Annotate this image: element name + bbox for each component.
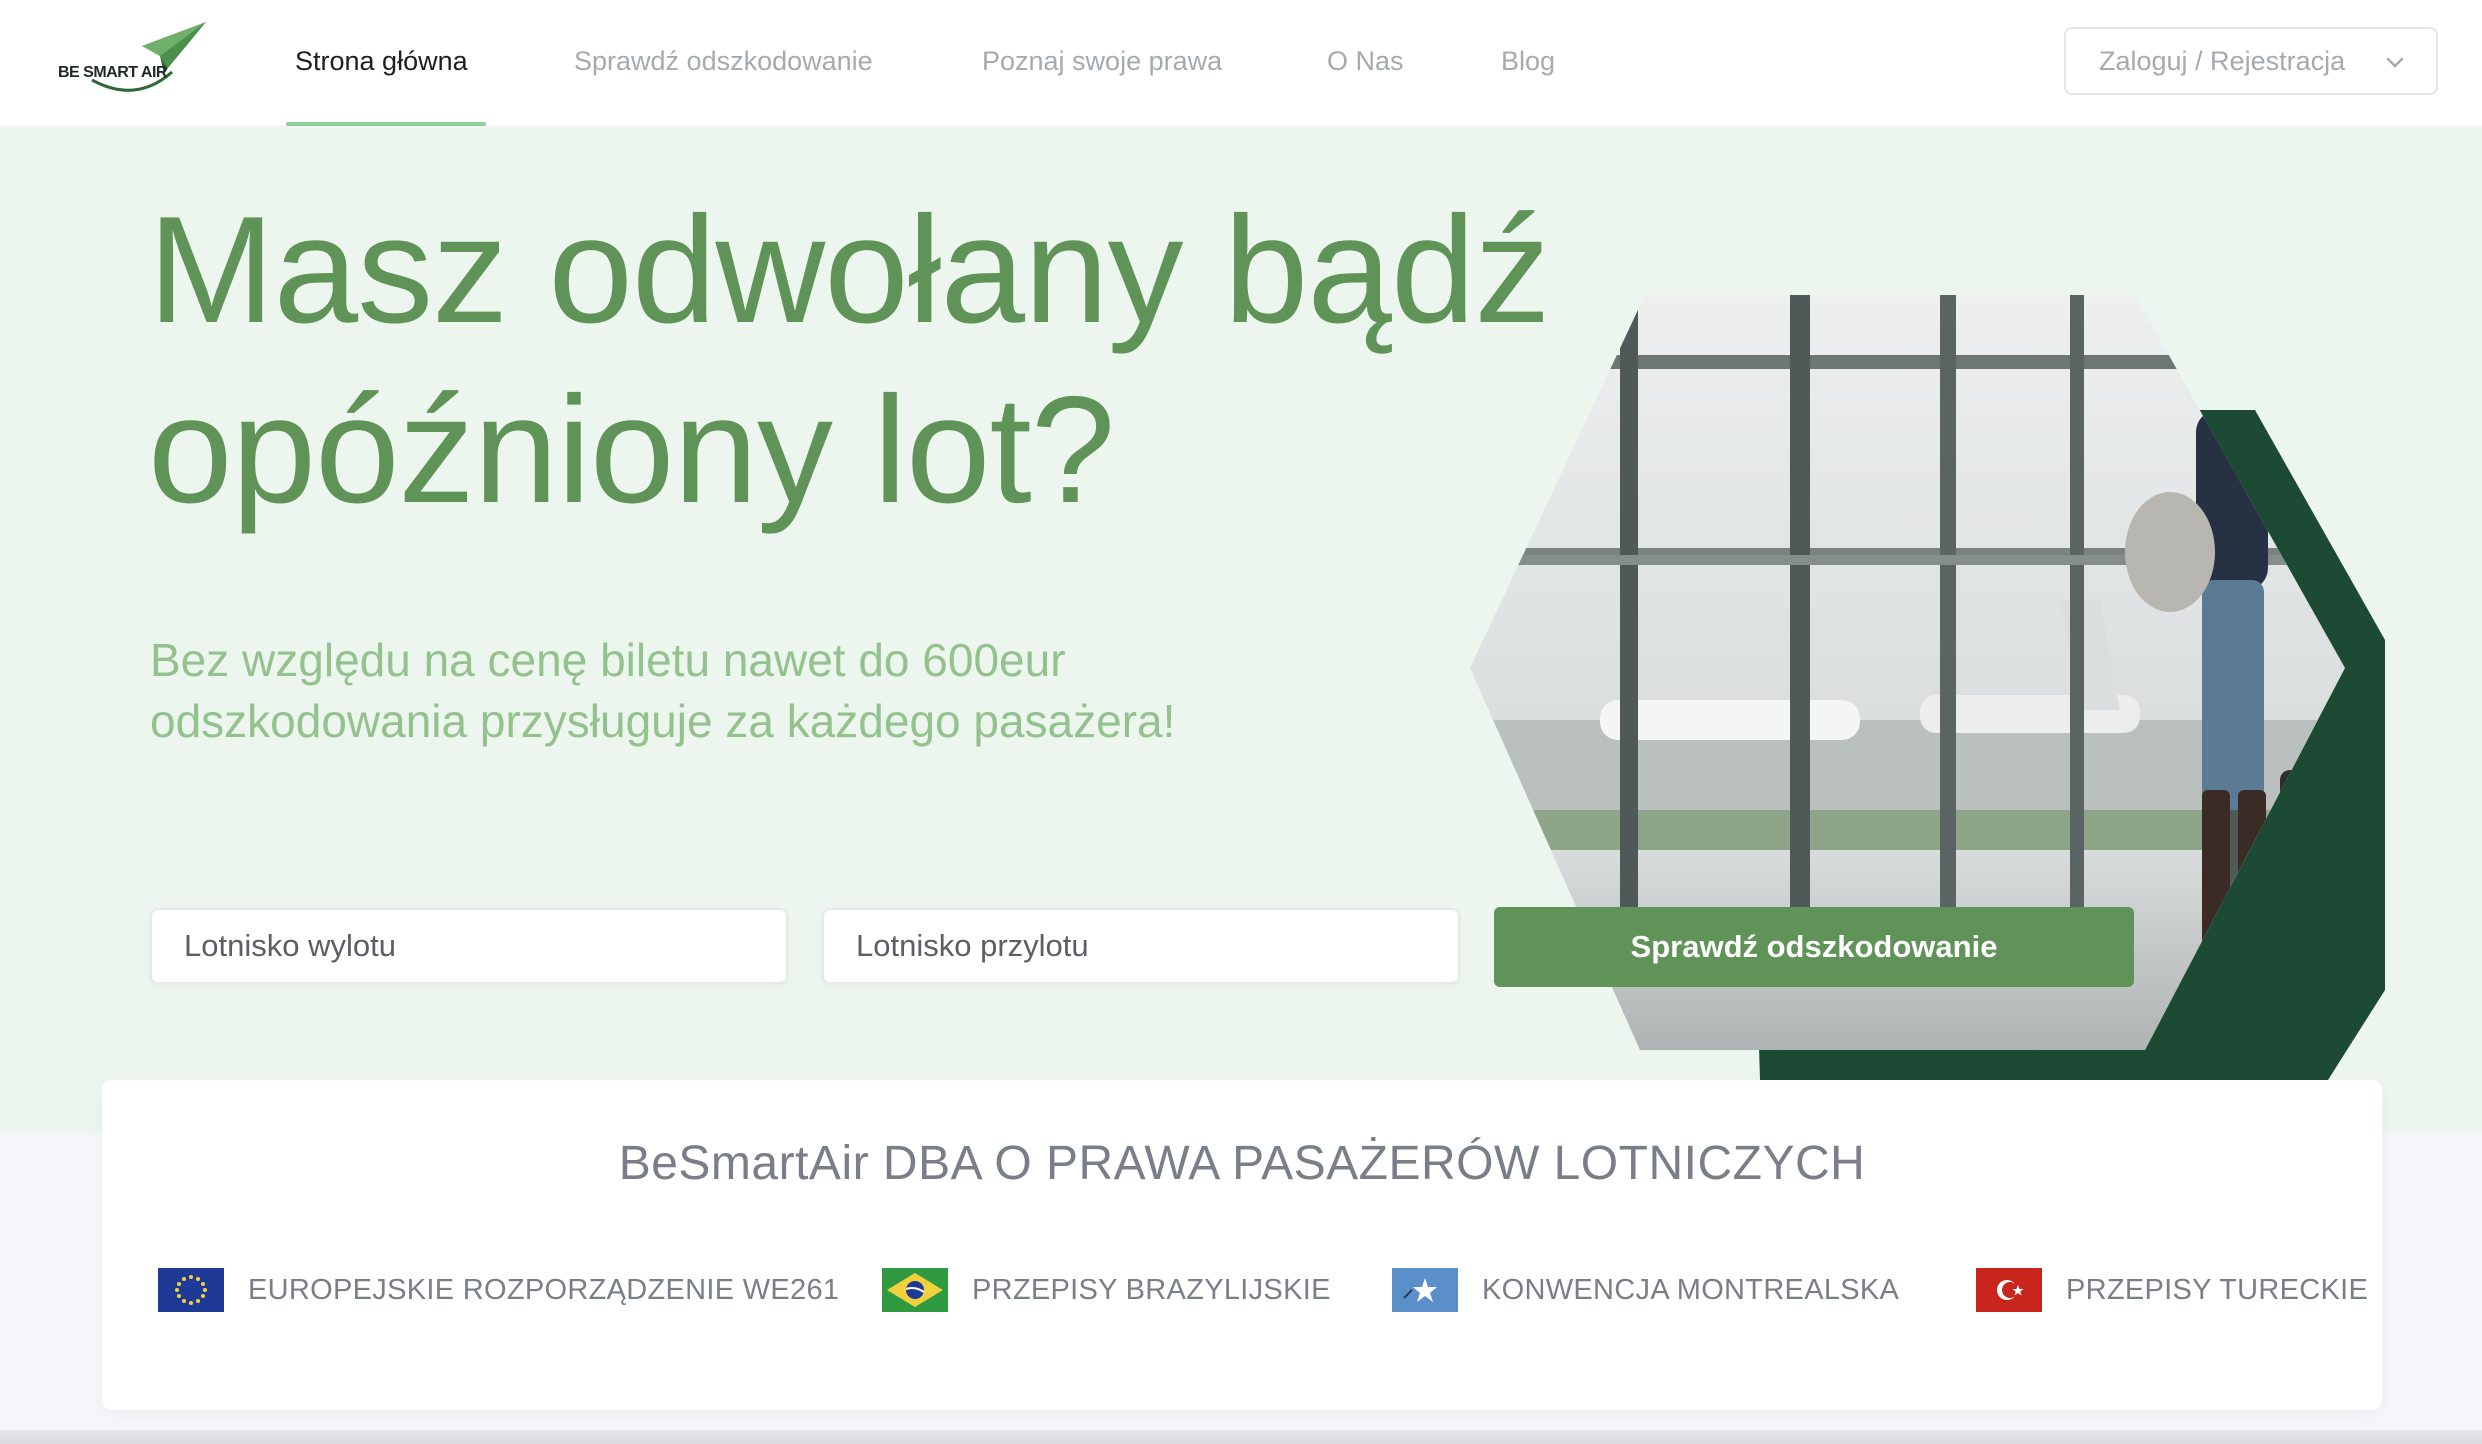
arrival-airport-input[interactable] [822, 908, 1460, 984]
law-label: PRZEPISY BRAZYLIJSKIE [972, 1273, 1331, 1306]
passenger-rights-card: BeSmartAir DBA O PRAWA PASAŻERÓW LOTNICZ… [102, 1080, 2382, 1410]
law-eu-we261[interactable]: EUROPEJSKIE ROZPORZĄDZENIE WE261 [158, 1268, 839, 1312]
law-label: KONWENCJA MONTREALSKA [1482, 1273, 1900, 1306]
check-compensation-button[interactable]: Sprawdź odszkodowanie [1494, 907, 2134, 987]
window-bottom-edge [0, 1430, 2482, 1444]
nav-about-us[interactable]: O Nas [1327, 46, 1404, 80]
departure-airport-input[interactable] [150, 908, 788, 984]
brazil-flag-icon [882, 1268, 948, 1312]
eu-flag-icon [158, 1268, 224, 1312]
law-label: EUROPEJSKIE ROZPORZĄDZENIE WE261 [248, 1273, 840, 1306]
law-label: PRZEPISY TURECKIE [2066, 1273, 2369, 1306]
card-title: BeSmartAir DBA O PRAWA PASAŻERÓW LOTNICZ… [618, 1137, 1866, 1190]
hero-title-line1: Masz odwołany bądź [148, 185, 1550, 355]
hero-title-line2: opóźniony lot? [148, 365, 1115, 535]
montreal-flag-icon [1392, 1268, 1458, 1312]
nav-know-your-rights[interactable]: Poznaj swoje prawa [982, 46, 1222, 80]
law-montreal-convention[interactable]: KONWENCJA MONTREALSKA [1392, 1268, 1899, 1312]
hero-subtitle: Bez względu na cenę biletu nawet do 600e… [150, 634, 1176, 747]
active-nav-indicator [286, 122, 486, 126]
logo[interactable]: BE SMART AIR [56, 22, 206, 94]
law-turkey[interactable]: PRZEPISY TURECKIE [1976, 1268, 2368, 1312]
logo-text: BE SMART AIR [58, 64, 167, 81]
hero-title: Masz odwołany bądź opóźniony lot? [148, 180, 1708, 540]
top-navbar: BE SMART AIR Strona główna Sprawdź odszk… [0, 0, 2482, 127]
law-brazil[interactable]: PRZEPISY BRAZYLIJSKIE [882, 1268, 1331, 1312]
login-register-label: Zaloguj / Rejestracja [2099, 45, 2346, 76]
login-register-dropdown[interactable]: Zaloguj / Rejestracja [2064, 27, 2438, 95]
nav-blog[interactable]: Blog [1501, 46, 1555, 80]
chevron-down-icon [2386, 57, 2404, 68]
nav-home[interactable]: Strona główna [295, 46, 468, 80]
nav-check-compensation[interactable]: Sprawdź odszkodowanie [574, 46, 873, 80]
turkey-flag-icon [1976, 1268, 2042, 1312]
paper-plane-icon [91, 22, 206, 92]
